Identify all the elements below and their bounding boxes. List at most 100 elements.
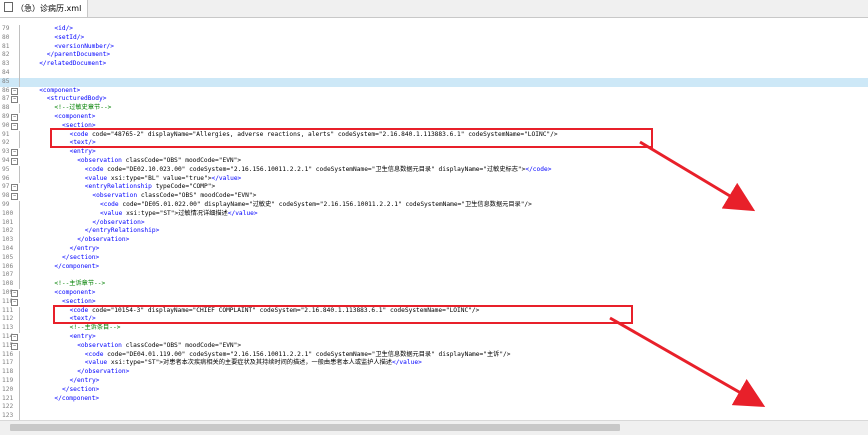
code-line[interactable]: 109− <component> <box>0 289 868 298</box>
code-line[interactable]: 121 </component> <box>0 394 868 404</box>
scrollbar-thumb[interactable] <box>10 424 620 431</box>
line-number: 117 <box>2 359 14 367</box>
fold-guide <box>19 25 20 34</box>
fold-guide <box>19 315 20 325</box>
fold-guide <box>19 165 20 175</box>
code-text: <value xsi:type="ST">过敏情况详细描述</value> <box>100 209 258 217</box>
code-line[interactable]: 98− <observation classCode="OBS" moodCode… <box>0 192 868 201</box>
fold-toggle-icon[interactable]: − <box>11 184 18 192</box>
tab-bar: （急）诊病历.xml <box>0 0 868 18</box>
code-line[interactable]: 86− <component> <box>0 87 868 96</box>
code-line[interactable]: 101 </observation> <box>0 218 868 228</box>
code-comment: <!--主诉条目--> <box>69 324 121 332</box>
code-line[interactable]: 117 <value xsi:type="ST">对患者本次疾病相关的主要症状及其… <box>0 359 868 369</box>
code-line[interactable]: 89− <component> <box>0 113 868 122</box>
code-text: </component> <box>54 262 100 270</box>
code-line[interactable]: 87− <structuredBody> <box>0 95 868 104</box>
code-line[interactable]: 84 <box>0 69 868 78</box>
code-line[interactable]: 79 <id/> <box>0 25 868 34</box>
line-number: 92 <box>2 139 10 147</box>
file-icon <box>4 2 13 12</box>
code-line[interactable]: 105 </section> <box>0 253 868 263</box>
fold-guide <box>19 394 20 404</box>
code-line[interactable]: 93− <entry> <box>0 148 868 157</box>
code-line[interactable]: 103 </observation> <box>0 236 868 245</box>
code-text: <entryRelationship typeCode="COMP"> <box>84 183 216 191</box>
line-number: 99 <box>2 201 10 208</box>
code-line[interactable]: 119 </entry> <box>0 377 868 386</box>
code-line[interactable]: 106 </component> <box>0 262 868 272</box>
line-number: 102 <box>2 227 14 235</box>
fold-guide <box>19 227 20 237</box>
code-line[interactable]: 96 <value xsi:type="BL" value="true"></va… <box>0 174 868 184</box>
fold-toggle-icon[interactable]: − <box>11 298 18 306</box>
horizontal-scrollbar[interactable] <box>0 420 868 435</box>
code-line[interactable]: 120 </section> <box>0 385 868 395</box>
line-number: 120 <box>2 385 14 393</box>
code-line[interactable]: 113 <!--主诉条目--> <box>0 324 868 333</box>
code-line[interactable]: 81 <versionNumber/> <box>0 42 868 52</box>
fold-guide <box>19 77 20 87</box>
line-number: 122 <box>2 403 14 411</box>
code-line[interactable]: 108 <!--主诉章节--> <box>0 280 868 289</box>
code-text: <component> <box>54 113 96 120</box>
fold-toggle-icon[interactable]: − <box>11 96 18 104</box>
fold-toggle-icon[interactable]: − <box>11 158 18 165</box>
code-text: <component> <box>39 86 81 94</box>
code-line[interactable]: 83 </relatedDocument> <box>0 60 868 69</box>
code-line[interactable]: 114− <entry> <box>0 333 868 342</box>
code-line[interactable]: 102 </entryRelationship> <box>0 227 868 237</box>
line-number: 79 <box>2 25 10 32</box>
line-number: 112 <box>2 315 14 323</box>
code-line[interactable]: 80 <setId/> <box>0 33 868 43</box>
fold-guide <box>19 69 20 78</box>
code-text: <observation classCode="OBS" moodCode="E… <box>77 157 242 164</box>
code-text: <entry> <box>69 333 96 340</box>
code-text: </component> <box>54 394 100 402</box>
highlight-box-allergy-code <box>50 128 653 148</box>
code-editor[interactable]: 79 <id/> 80 <setId/> 81 <versionNumber/> 82 </p… <box>0 25 868 421</box>
code-line[interactable]: 104 </entry> <box>0 245 868 254</box>
fold-toggle-icon[interactable]: − <box>11 114 18 121</box>
code-text: <value xsi:type="BL" value="true"></valu… <box>84 174 242 182</box>
fold-toggle-icon[interactable]: − <box>11 290 18 297</box>
line-number: 95 <box>2 165 10 173</box>
code-line[interactable]: 94− <observation classCode="OBS" moodCode… <box>0 157 868 166</box>
fold-toggle-icon[interactable]: − <box>11 342 18 350</box>
fold-guide <box>19 350 20 360</box>
code-line[interactable]: 118 </observation> <box>0 368 868 377</box>
code-line[interactable]: 82 </parentDocument> <box>0 51 868 61</box>
code-line[interactable]: 100 <value xsi:type="ST">过敏情况详细描述</value> <box>0 209 868 219</box>
code-line[interactable]: 107 <box>0 271 868 281</box>
fold-guide <box>19 253 20 263</box>
code-line[interactable]: 85 <box>0 77 868 87</box>
fold-guide <box>19 271 20 281</box>
fold-toggle-icon[interactable]: − <box>11 149 18 157</box>
code-line[interactable]: 115− <observation classCode="OBS" moodCod… <box>0 342 868 351</box>
fold-toggle-icon[interactable]: − <box>11 193 18 201</box>
line-number: 103 <box>2 236 14 244</box>
code-line[interactable]: 95 <code code="DE02.10.023.00" codeSystem… <box>0 165 868 175</box>
line-number: 91 <box>2 130 10 138</box>
line-number: 113 <box>2 324 14 332</box>
line-number: 88 <box>2 104 10 112</box>
line-number: 85 <box>2 77 10 85</box>
line-number: 116 <box>2 350 14 358</box>
fold-guide <box>19 42 20 52</box>
code-text: </entry> <box>69 377 100 384</box>
code-line[interactable]: 99 <code code="DE05.01.022.00" displayNam… <box>0 201 868 210</box>
code-line[interactable]: 88 <!--过敏史章节--> <box>0 104 868 113</box>
code-line[interactable]: 97− <entryRelationship typeCode="COMP"> <box>0 183 868 192</box>
fold-toggle-icon[interactable]: − <box>11 87 18 95</box>
code-comment: <!--过敏史章节--> <box>54 104 112 112</box>
fold-toggle-icon[interactable]: − <box>11 334 18 341</box>
code-line[interactable]: 122 <box>0 403 868 413</box>
fold-guide <box>19 209 20 219</box>
tab-file[interactable]: （急）诊病历.xml <box>0 0 89 17</box>
fold-guide <box>19 368 20 377</box>
line-number: 106 <box>2 262 14 270</box>
code-text: <id/> <box>54 25 74 32</box>
line-number: 111 <box>2 306 14 314</box>
fold-guide <box>19 201 20 210</box>
fold-toggle-icon[interactable]: − <box>11 122 18 130</box>
